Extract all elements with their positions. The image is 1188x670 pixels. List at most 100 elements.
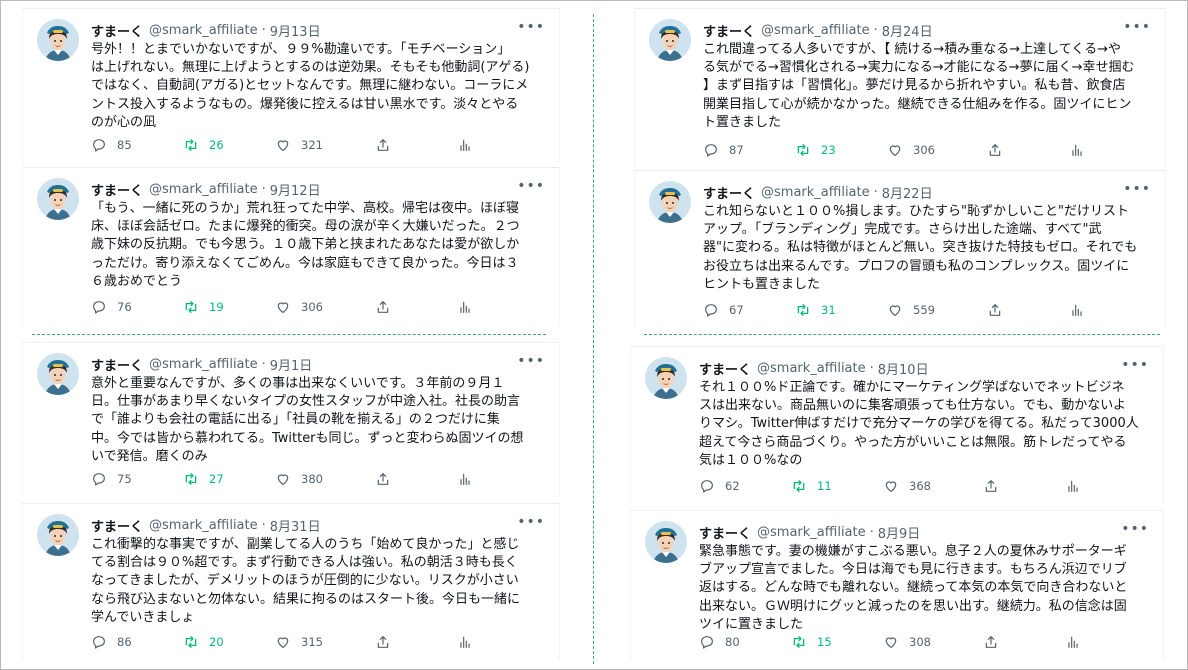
analytics-button[interactable] [1069,302,1085,318]
user-handle[interactable]: @smark_affiliate [757,361,866,376]
analytics-button[interactable] [1069,142,1085,158]
more-icon[interactable]: ••• [517,353,545,369]
reply-button[interactable]: 67 [703,302,744,318]
reply-button[interactable]: 85 [91,137,132,153]
tweet-date[interactable]: 8月9日 [878,523,921,542]
retweet-button[interactable]: 15 [791,634,832,650]
share-button[interactable] [987,302,1003,318]
display-name[interactable]: すまーく [91,516,143,535]
like-button[interactable]: 321 [275,137,323,153]
header-separator: · [261,181,266,197]
more-icon[interactable]: ••• [517,178,545,194]
retweet-button[interactable]: 26 [183,137,224,153]
share-button[interactable] [375,299,391,315]
reply-button[interactable]: 75 [91,471,132,487]
tweet-date[interactable]: 8月24日 [882,21,933,40]
user-handle[interactable]: @smark_affiliate [149,518,258,533]
user-handle[interactable]: @smark_affiliate [149,182,258,197]
avatar[interactable] [649,181,691,223]
tweet-card[interactable]: すまーく @smark_affiliate · 8月10日 ••• それ１００%ド正論です… [630,346,1164,504]
share-button[interactable] [987,142,1003,158]
retweet-button[interactable]: 23 [795,142,836,158]
header-separator: · [869,360,874,376]
user-handle[interactable]: @smark_affiliate [761,23,870,38]
tweet-card[interactable]: すまーく @smark_affiliate · 8月22日 ••• これ知らないと１００%… [634,170,1166,328]
display-name[interactable]: すまーく [703,21,755,40]
like-button[interactable]: 380 [275,471,323,487]
tweet-card[interactable]: すまーく @smark_affiliate · 8月9日 ••• 緊急事態です。妻の機嫌が… [630,510,1164,660]
more-icon[interactable]: ••• [1121,357,1149,373]
share-button[interactable] [375,471,391,487]
like-count: 368 [909,479,931,493]
avatar[interactable] [645,357,687,399]
like-button[interactable]: 315 [275,634,323,650]
avatar[interactable] [37,178,79,220]
like-button[interactable]: 306 [275,299,323,315]
tweet-date[interactable]: 9月13日 [270,21,321,40]
reply-button[interactable]: 86 [91,634,132,650]
like-button[interactable]: 308 [883,634,931,650]
reply-count: 87 [729,143,744,157]
like-button[interactable]: 306 [887,142,935,158]
avatar[interactable] [37,19,79,61]
display-name[interactable]: すまーく [699,359,751,378]
avatar[interactable] [645,521,687,563]
display-name[interactable]: すまーく [699,523,751,542]
tweet-date[interactable]: 9月1日 [270,355,313,374]
reply-button[interactable]: 76 [91,299,132,315]
retweet-button[interactable]: 19 [183,299,224,315]
tweet-card[interactable]: すまーく @smark_affiliate · 9月12日 ••• 「もう、一緒に死のうか… [22,167,560,325]
analytics-button[interactable] [457,634,473,650]
tweet-date[interactable]: 9月12日 [270,180,321,199]
avatar[interactable] [37,514,79,556]
reply-button[interactable]: 87 [703,142,744,158]
tweet-date[interactable]: 8月10日 [878,359,929,378]
analytics-button[interactable] [457,137,473,153]
user-handle[interactable]: @smark_affiliate [149,357,258,372]
reply-button[interactable]: 62 [699,478,740,494]
like-icon [883,634,899,650]
reply-count: 86 [117,635,132,649]
analytics-button[interactable] [457,471,473,487]
display-name[interactable]: すまーく [91,180,143,199]
more-icon[interactable]: ••• [517,514,545,530]
more-icon[interactable]: ••• [1123,181,1151,197]
retweet-button[interactable]: 11 [791,478,832,494]
tweet-card[interactable]: すまーく @smark_affiliate · 8月24日 ••• これ間違ってる人多いで… [634,8,1166,168]
display-name[interactable]: すまーく [91,355,143,374]
analytics-button[interactable] [457,299,473,315]
tweet-date[interactable]: 8月31日 [270,516,321,535]
tweet-header: すまーく @smark_affiliate · 8月10日 ••• [699,357,1149,378]
user-handle[interactable]: @smark_affiliate [761,185,870,200]
analytics-button[interactable] [1065,634,1081,650]
share-button[interactable] [983,634,999,650]
like-button[interactable]: 368 [883,478,931,494]
analytics-button[interactable] [1065,478,1081,494]
avatar[interactable] [649,19,691,61]
reply-button[interactable]: 80 [699,634,740,650]
tweet-actions: 67 31 559 [703,302,1151,320]
share-button[interactable] [375,634,391,650]
retweet-button[interactable]: 27 [183,471,224,487]
tweet-card[interactable]: すまーく @smark_affiliate · 9月1日 ••• 意外と重要なんですが、多… [22,342,560,497]
retweet-button[interactable]: 31 [795,302,836,318]
retweet-button[interactable]: 20 [183,634,224,650]
like-button[interactable]: 559 [887,302,935,318]
share-button[interactable] [375,137,391,153]
more-icon[interactable]: ••• [1123,19,1151,35]
tweet-date[interactable]: 8月22日 [882,183,933,202]
analytics-icon [1069,302,1085,318]
analytics-icon [457,137,473,153]
display-name[interactable]: すまーく [91,21,143,40]
user-handle[interactable]: @smark_affiliate [149,23,258,38]
tweet-card[interactable]: すまーく @smark_affiliate · 8月31日 ••• これ衝撃的な事実ですが… [22,503,560,660]
tweet-header: すまーく @smark_affiliate · 8月24日 ••• [703,19,1151,40]
avatar[interactable] [37,353,79,395]
share-button[interactable] [983,478,999,494]
user-handle[interactable]: @smark_affiliate [757,525,866,540]
display-name[interactable]: すまーく [703,183,755,202]
more-icon[interactable]: ••• [517,19,545,35]
more-icon[interactable]: ••• [1121,521,1149,537]
tweet-card[interactable]: すまーく @smark_affiliate · 9月13日 ••• 号外！！とまでいかない… [22,8,560,163]
tweet-actions: 87 23 306 [703,142,1151,160]
